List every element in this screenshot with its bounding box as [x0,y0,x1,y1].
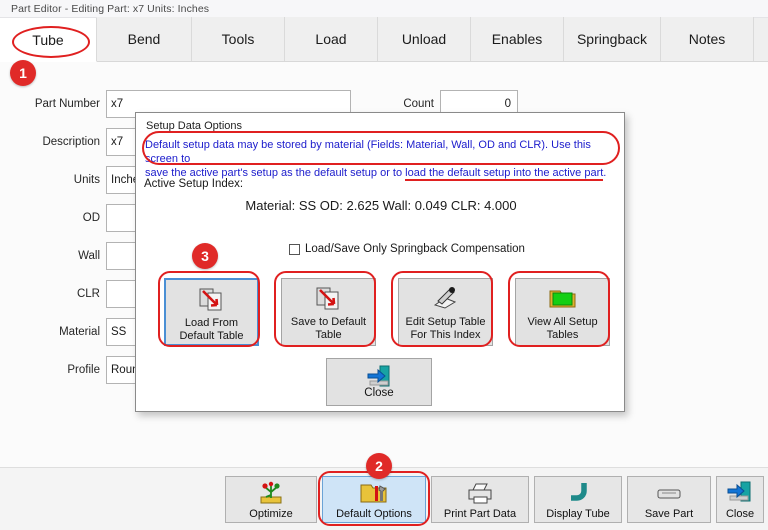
tab-tube[interactable]: Tube [0,18,97,62]
field-label-wall: Wall [78,250,100,262]
tab-label: Unload [401,31,447,47]
toolbar-button-default-options[interactable]: Default Options [322,476,426,523]
part-editor-window: Part Editor - Editing Part: x7 Units: In… [0,0,768,530]
folder-tools-icon [359,480,389,506]
exit-door-icon [366,365,392,387]
dialog-button-label-line2: Tables [546,329,579,341]
tab-label: Tools [221,31,255,47]
toolbar-button-label: Default Options [336,507,412,520]
dialog-title: Setup Data Options [146,120,243,132]
springback-checkbox-row[interactable]: Load/Save Only Springback Compensation [289,243,525,255]
tab-enables[interactable]: Enables [471,17,564,61]
instruction-line-2-suffix: . [603,167,607,179]
instruction-line-1: Default setup data may be stored by mate… [145,139,591,165]
field-label-units: Units [73,174,100,186]
instruction-line-2-emphasis: load the default setup into the active p… [405,167,604,181]
dialog-button-label-line1: Edit Setup Table [405,316,486,328]
toolbar-button-print-part-data[interactable]: Print Part Data [431,476,529,523]
dialog-button-label-line2: For This Index [410,329,481,341]
dialog-instruction-text: Default setup data may be stored by mate… [145,138,617,181]
active-setup-index-label: Active Setup Index: [144,178,244,190]
dialog-button-label-line1: Save to Default [290,316,367,328]
dialog-close-label: Close [364,387,394,399]
annotation-badge-3: 3 [192,243,218,269]
pen-writing-icon [431,285,461,311]
tab-springback[interactable]: Springback [564,17,661,61]
tab-label: Springback [576,31,648,47]
toolbar-button-close[interactable]: Close [716,476,764,523]
tab-strip: Tube Bend Tools Load Unload Enables Springback… [0,17,768,62]
dialog-close-button[interactable]: Close [326,358,432,406]
dialog-button-label-line2: Table [315,329,342,341]
toolbar-button-label: Close [725,507,755,520]
tab-notes[interactable]: Notes [661,17,754,61]
open-folder-icon [548,285,578,311]
tab-tools[interactable]: Tools [192,17,285,61]
toolbar-button-label: Display Tube [546,507,610,520]
dialog-button-view-all-setup[interactable]: View All Setup Tables [515,278,610,346]
dialog-button-label-line1: Load From [184,317,239,329]
toolbar-button-display-tube[interactable]: Display Tube [534,476,622,523]
dialog-button-load-from[interactable]: Load From Default Table [164,278,259,346]
field-label-material: Material [59,326,100,338]
toolbar-button-label: Save Part [644,507,694,520]
annotation-badge-1: 1 [10,60,36,86]
printer-icon [465,480,495,506]
field-label-description: Description [42,136,100,148]
tab-bend[interactable]: Bend [97,17,192,61]
copy-pages-red-arrow-icon [314,285,344,311]
dialog-button-label-line1: View All Setup [527,316,598,328]
tab-label: Load [315,31,347,47]
toolbar-button-save-part[interactable]: Save Part [627,476,711,523]
dialog-button-label-line2: Default Table [179,330,244,342]
copy-pages-red-arrow-icon [197,286,227,312]
dialog-button-edit-setup-table[interactable]: Edit Setup Table For This Index [398,278,493,346]
toolbar-button-label: Print Part Data [443,507,517,520]
springback-checkbox[interactable] [289,243,300,255]
optimize-plant-icon [256,480,286,506]
annotation-badge-2: 2 [366,453,392,479]
toolbar-button-optimize[interactable]: Optimize [225,476,317,523]
window-title-bar: Part Editor - Editing Part: x7 Units: In… [0,0,768,18]
field-label-clr: CLR [76,288,100,300]
bent-tube-icon [563,480,593,506]
tab-load[interactable]: Load [285,17,378,61]
tab-label: Enables [491,31,543,47]
tab-unload[interactable]: Unload [378,17,471,61]
tab-label: Notes [688,31,726,47]
floppy-disk-icon [654,480,684,506]
exit-door-icon [725,480,755,506]
dialog-button-save-to-default[interactable]: Save to Default Table [281,278,376,346]
springback-checkbox-label: Load/Save Only Springback Compensation [305,243,525,255]
toolbar-button-label: Optimize [249,507,293,520]
field-label-od: OD [82,212,100,224]
window-title: Part Editor - Editing Part: x7 Units: In… [11,2,210,15]
active-setup-values: Material: SS OD: 2.625 Wall: 0.049 CLR: … [245,198,517,213]
tab-label: Bend [127,31,161,47]
tab-label: Tube [32,31,64,48]
field-label-part-number: Part Number [34,98,100,110]
field-label-profile: Profile [67,364,100,376]
